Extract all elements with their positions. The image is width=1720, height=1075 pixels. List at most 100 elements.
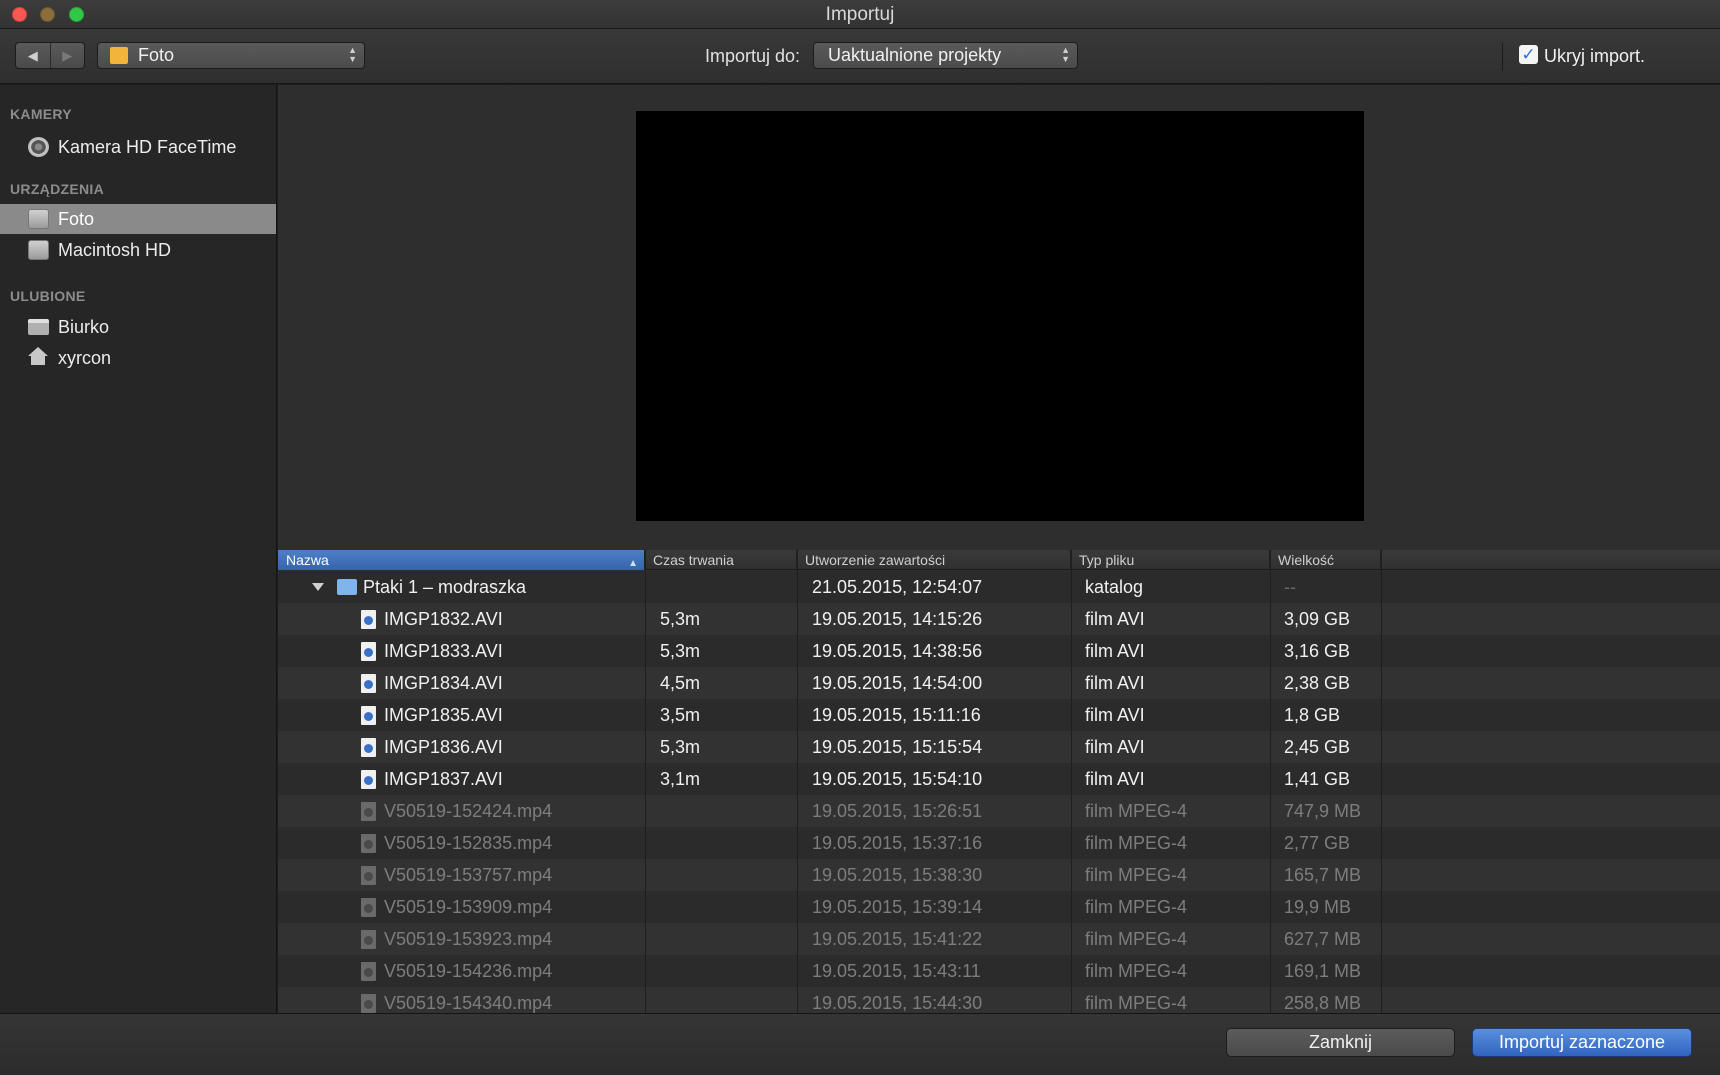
movie-file-icon	[361, 802, 376, 821]
video-preview[interactable]	[636, 111, 1364, 521]
cell-type: katalog	[1085, 577, 1144, 597]
back-button[interactable]: ◀	[16, 43, 50, 68]
cell-type: film MPEG-4	[1085, 929, 1188, 949]
column-header-created[interactable]: Utworzenie zawartości	[797, 550, 1071, 570]
destination-popup[interactable]: Uaktualnione projekty ▲ ▼	[813, 42, 1078, 69]
sidebar-item-macintosh-hd[interactable]: Macintosh HD	[0, 235, 276, 265]
cell-size: 3,16 GB	[1284, 641, 1351, 661]
cell-name: IMGP1835.AVI	[384, 705, 503, 725]
table-row[interactable]: V50519-154236.mp4 19.05.2015, 15:43:11 fil…	[278, 955, 1720, 987]
column-divider	[1270, 550, 1271, 1013]
sidebar-item-foto[interactable]: Foto	[0, 204, 276, 234]
sidebar-item-xyrcon[interactable]: xyrcon	[0, 343, 276, 373]
cell-created: 21.05.2015, 12:54:07	[812, 577, 983, 597]
table-row[interactable]: V50519-153923.mp4 19.05.2015, 15:41:22 fil…	[278, 923, 1720, 955]
source-value: Foto	[138, 45, 175, 65]
table-row[interactable]: V50519-152424.mp4 19.05.2015, 15:26:51 fil…	[278, 795, 1720, 827]
source-popup[interactable]: Foto ▲ ▼	[97, 42, 365, 69]
disclosure-triangle-icon[interactable]	[312, 583, 324, 591]
folder-row[interactable]: Ptaki 1 – modraszka 21.05.2015, 12:54:07…	[278, 571, 1720, 603]
table-row[interactable]: V50519-154340.mp4 19.05.2015, 15:44:30 fil…	[278, 987, 1720, 1013]
movie-file-icon	[361, 834, 376, 853]
home-icon	[28, 347, 48, 365]
cell-type: film MPEG-4	[1085, 993, 1188, 1013]
table-row[interactable]: V50519-152835.mp4 19.05.2015, 15:37:16 fil…	[278, 827, 1720, 859]
cell-type: film MPEG-4	[1085, 801, 1188, 821]
import-selected-button[interactable]: Importuj zaznaczone	[1472, 1028, 1692, 1057]
cell-type: film MPEG-4	[1085, 833, 1188, 853]
cell-name: V50519-153757.mp4	[384, 865, 553, 885]
cell-name: Ptaki 1 – modraszka	[363, 577, 527, 597]
table-row[interactable]: IMGP1834.AVI 4,5m 19.05.2015, 14:54:00 film…	[278, 667, 1720, 699]
cell-type: film AVI	[1085, 737, 1145, 757]
cell-name: IMGP1837.AVI	[384, 769, 503, 789]
cell-duration: 3,5m	[660, 705, 701, 725]
table-row[interactable]: IMGP1836.AVI 5,3m 19.05.2015, 15:15:54 film…	[278, 731, 1720, 763]
cell-created: 19.05.2015, 15:15:54	[812, 737, 983, 757]
table-row[interactable]: V50519-153757.mp4 19.05.2015, 15:38:30 fil…	[278, 859, 1720, 891]
sidebar-item-label: Biurko	[58, 316, 110, 337]
column-header-name[interactable]: Nazwa ▲	[278, 550, 645, 570]
cell-created: 19.05.2015, 15:26:51	[812, 801, 983, 821]
folder-icon	[110, 47, 128, 64]
sidebar-item-facetime-camera[interactable]: Kamera HD FaceTime	[0, 132, 276, 162]
table-row[interactable]: IMGP1832.AVI 5,3m 19.05.2015, 14:15:26 film…	[278, 603, 1720, 635]
cell-created: 19.05.2015, 14:54:00	[812, 673, 983, 693]
desktop-icon	[28, 319, 49, 335]
up-down-arrows-icon: ▲ ▼	[348, 45, 357, 64]
folder-icon	[337, 579, 357, 595]
footer-bar: Zamknij Importuj zaznaczone	[0, 1013, 1720, 1075]
sidebar-item-biurko[interactable]: Biurko	[0, 312, 276, 342]
cell-type: film AVI	[1085, 673, 1145, 693]
cell-size: 1,41 GB	[1284, 769, 1351, 789]
column-header-duration[interactable]: Czas trwania	[645, 550, 797, 570]
cell-type: film AVI	[1085, 641, 1145, 661]
cell-size: 258,8 MB	[1284, 993, 1362, 1013]
movie-file-icon	[361, 642, 376, 661]
table-row[interactable]: V50519-153909.mp4 19.05.2015, 15:39:14 fil…	[278, 891, 1720, 923]
cell-size: 2,38 GB	[1284, 673, 1351, 693]
sidebar-section-devices: URZĄDZENIA	[10, 181, 104, 197]
toolbar: ◀ ▶ Foto ▲ ▼ Importuj do: Uaktualnione pr…	[0, 29, 1720, 84]
cell-size: 1,8 GB	[1284, 705, 1341, 725]
destination-value: Uaktualnione projekty	[828, 45, 1002, 65]
table-row[interactable]: IMGP1837.AVI 3,1m 19.05.2015, 15:54:10 film…	[278, 763, 1720, 795]
column-divider	[797, 550, 798, 1013]
window-title: Importuj	[825, 4, 895, 25]
cell-duration: 4,5m	[660, 673, 701, 693]
cell-size: 2,77 GB	[1284, 833, 1351, 853]
column-divider	[645, 550, 646, 1013]
close-button[interactable]: Zamknij	[1226, 1028, 1455, 1057]
table-row[interactable]: IMGP1833.AVI 5,3m 19.05.2015, 14:38:56 film…	[278, 635, 1720, 667]
table-row[interactable]: IMGP1835.AVI 3,5m 19.05.2015, 15:11:16 film…	[278, 699, 1720, 731]
table-header: Nazwa ▲ Czas trwania Utworzenie zawartoś…	[278, 550, 1720, 570]
movie-file-icon	[361, 866, 376, 885]
movie-file-icon	[361, 994, 376, 1013]
column-header-size[interactable]: Wielkość	[1270, 550, 1381, 570]
hide-imported-checkbox[interactable]: ✓	[1519, 45, 1538, 64]
cell-name: V50519-154236.mp4	[384, 961, 553, 981]
cell-type: film MPEG-4	[1085, 897, 1188, 917]
movie-file-icon	[361, 898, 376, 917]
cell-size: 169,1 MB	[1284, 961, 1362, 981]
cell-size: 627,7 MB	[1284, 929, 1362, 949]
cell-size: 165,7 MB	[1284, 865, 1362, 885]
camera-icon	[28, 137, 49, 157]
forward-button[interactable]: ▶	[49, 43, 85, 68]
cell-name: V50519-153909.mp4	[384, 897, 553, 917]
cell-duration: 5,3m	[660, 609, 701, 629]
hide-imported-label[interactable]: Ukryj import.	[1544, 46, 1645, 67]
cell-created: 19.05.2015, 15:54:10	[812, 769, 983, 789]
cell-name: IMGP1832.AVI	[384, 609, 503, 629]
column-header-type[interactable]: Typ pliku	[1071, 550, 1270, 570]
column-divider	[1381, 550, 1382, 1013]
sidebar-section-favorites: ULUBIONE	[10, 288, 86, 304]
cell-name: IMGP1836.AVI	[384, 737, 503, 757]
movie-file-icon	[361, 706, 376, 725]
movie-file-icon	[361, 610, 376, 629]
cell-duration: 3,1m	[660, 769, 701, 789]
main-panel: Nazwa ▲ Czas trwania Utworzenie zawartoś…	[278, 85, 1720, 1013]
file-list: Ptaki 1 – modraszka 21.05.2015, 12:54:07…	[278, 571, 1720, 1013]
toolbar-separator	[1502, 43, 1503, 71]
cell-name: V50519-152424.mp4	[384, 801, 553, 821]
